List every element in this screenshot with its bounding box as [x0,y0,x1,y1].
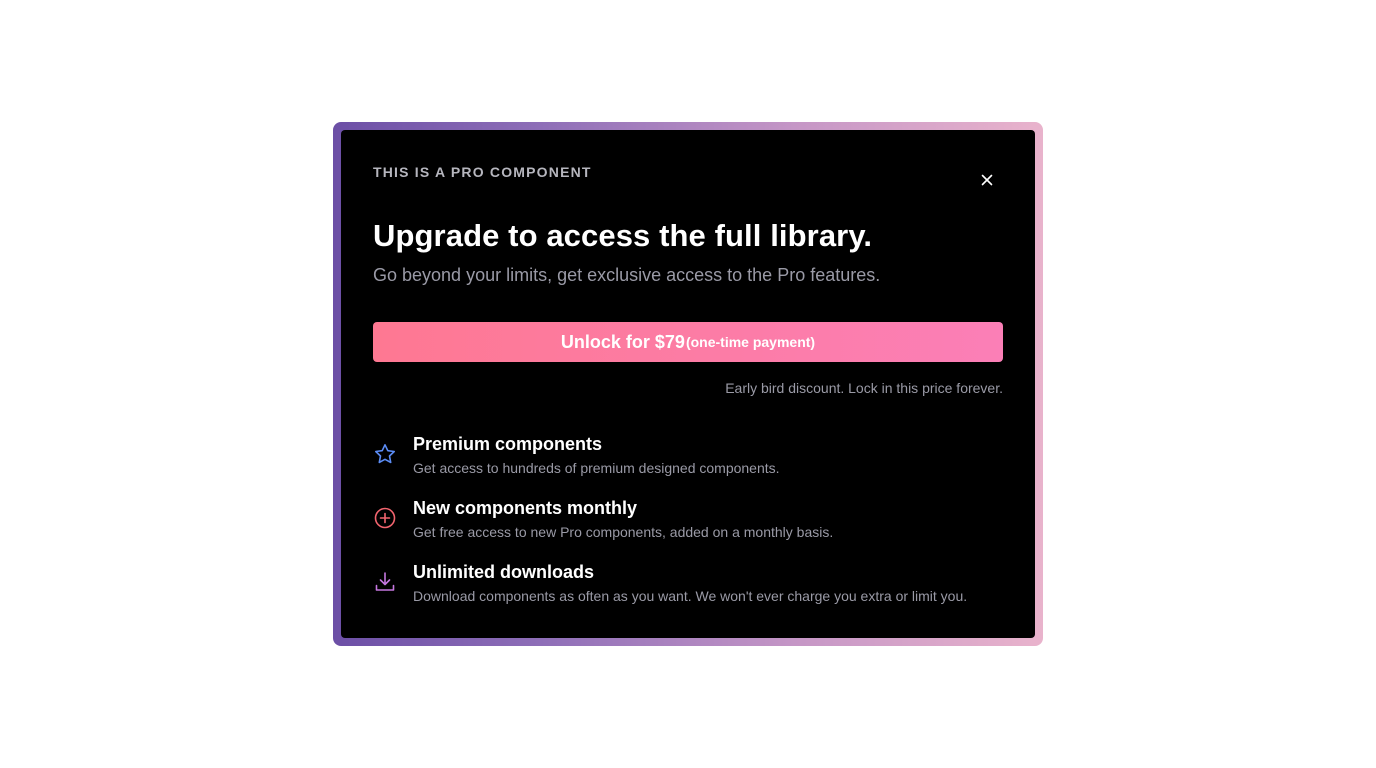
feature-title: New components monthly [413,498,638,518]
close-icon [981,174,993,186]
unlock-button[interactable]: Unlock for $79 (one-time payment) [373,322,1003,362]
feature-description: Download components as often as you want… [413,588,968,604]
feature-list: Premium components Get access to hundred… [373,432,1003,624]
feature-item: New components monthly Get free access t… [373,496,1003,560]
feature-item: Premium components Get access to hundred… [373,432,1003,496]
download-icon [375,572,395,591]
discount-note: Early bird discount. Lock in this price … [725,380,1003,396]
unlock-button-sublabel: (one-time payment) [685,334,816,350]
modal-eyebrow: This is a Pro component [373,164,592,180]
feature-text: New components monthly Get free access t… [413,496,833,544]
feature-text: Unlimited downloads Download components … [413,560,967,608]
modal-gradient-border: This is a Pro component Upgrade to acces… [333,122,1043,646]
star-icon [375,444,395,464]
feature-description: Get free access to new Pro components, a… [413,524,834,540]
upgrade-modal: This is a Pro component Upgrade to acces… [341,130,1035,638]
feature-title: Premium components [413,434,603,454]
feature-title: Unlimited downloads [413,562,595,582]
close-button[interactable] [975,168,999,192]
feature-item: Unlimited downloads Download components … [373,560,1003,624]
modal-subtitle: Go beyond your limits, get exclusive acc… [373,265,881,285]
modal-title: Upgrade to access the full library. [373,218,873,253]
feature-text: Premium components Get access to hundred… [413,432,780,480]
feature-description: Get access to hundreds of premium design… [413,460,780,476]
plus-circle-icon [374,507,396,529]
unlock-button-label: Unlock for $79 [560,331,685,352]
